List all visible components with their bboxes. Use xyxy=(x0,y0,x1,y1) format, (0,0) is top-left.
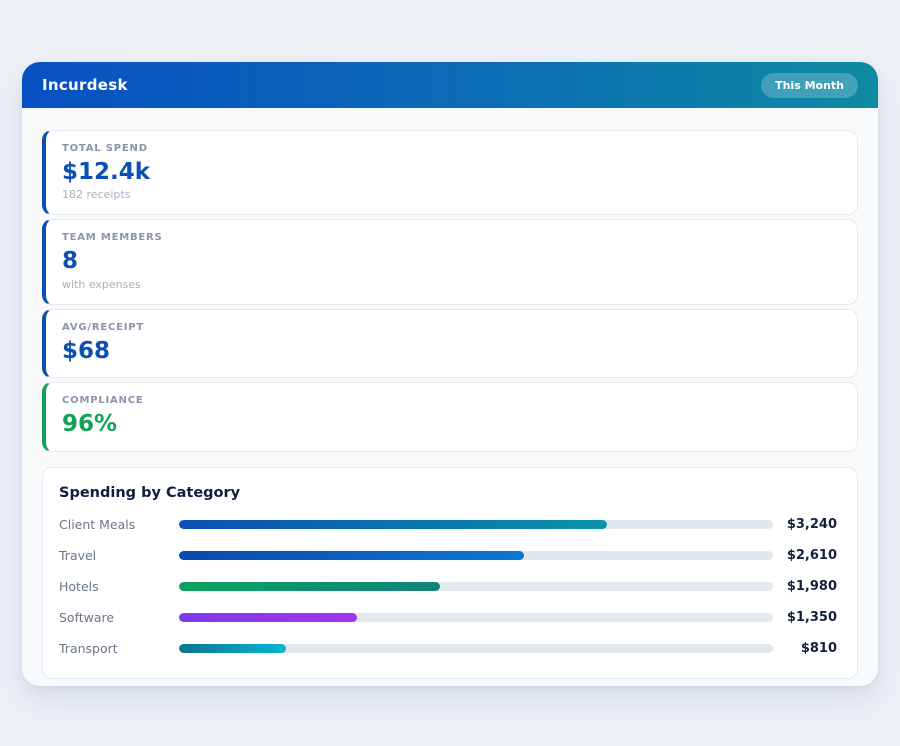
period-badge[interactable]: This Month xyxy=(761,72,858,98)
category-label: Hotels xyxy=(59,578,99,594)
bar-fill xyxy=(179,581,441,591)
stat-label: TOTAL SPEND xyxy=(62,143,148,154)
category-label: Transport xyxy=(59,640,118,656)
category-value: $2,610 xyxy=(786,547,837,563)
bar-track xyxy=(179,643,773,653)
chart-row: Travel $2,610 xyxy=(59,548,837,563)
panel-body: TOTAL SPEND $12.4k 182 receipts TEAM MEMBER… xyxy=(22,108,878,686)
category-label: Software xyxy=(59,609,115,625)
stat-card: COMPLIANCE 96% xyxy=(42,382,858,452)
stat-value: $12.4k xyxy=(62,159,151,185)
stat-card: AVG/RECEIPT $68 xyxy=(42,308,858,379)
stat-label: AVG/RECEIPT xyxy=(62,321,145,333)
bar-track xyxy=(179,581,773,591)
stat-card: TOTAL SPEND $12.4k 182 receipts xyxy=(42,130,858,216)
category-label: Travel xyxy=(59,547,97,563)
bar-fill xyxy=(179,550,524,560)
category-value: $1,980 xyxy=(786,578,837,594)
bar-fill xyxy=(179,519,607,529)
stat-subtext: 182 receipts xyxy=(62,188,131,202)
dashboard-panel: Incurdesk This Month TOTAL SPEND $12.4k 18… xyxy=(22,62,878,686)
category-value: $1,350 xyxy=(786,609,837,625)
chart-row: Client Meals $3,240 xyxy=(59,517,837,532)
bar-fill xyxy=(179,612,358,622)
category-value: $810 xyxy=(800,640,837,656)
bar-track xyxy=(179,519,773,529)
bar-track xyxy=(179,612,773,622)
bar-track xyxy=(179,550,773,560)
stat-value: 96% xyxy=(62,411,118,438)
chart-rows: Client Meals $3,240 Travel $2,610 Hotels $1,9… xyxy=(59,517,837,656)
chart-row: Software $1,350 xyxy=(59,610,837,625)
stat-value: $68 xyxy=(62,337,111,364)
chart-row: Hotels $1,980 xyxy=(59,579,837,594)
app-header: Incurdesk This Month xyxy=(22,62,878,108)
stat-cards: TOTAL SPEND $12.4k 182 receipts TEAM MEMBER… xyxy=(42,130,858,452)
stat-label: COMPLIANCE xyxy=(62,395,144,407)
stat-card: TEAM MEMBERS 8 with expenses xyxy=(42,219,858,305)
stat-subtext: with expenses xyxy=(62,277,141,291)
bar-fill xyxy=(179,643,286,653)
category-value: $3,240 xyxy=(786,516,837,532)
category-label: Client Meals xyxy=(59,516,136,532)
spending-chart-card: Spending by Category Client Meals $3,240 T… xyxy=(42,466,858,679)
chart-row: Transport $810 xyxy=(59,641,837,656)
stat-value: 8 xyxy=(62,248,79,275)
app-title: Incurdesk xyxy=(42,76,128,94)
chart-title: Spending by Category xyxy=(59,484,241,501)
stat-label: TEAM MEMBERS xyxy=(62,232,163,244)
